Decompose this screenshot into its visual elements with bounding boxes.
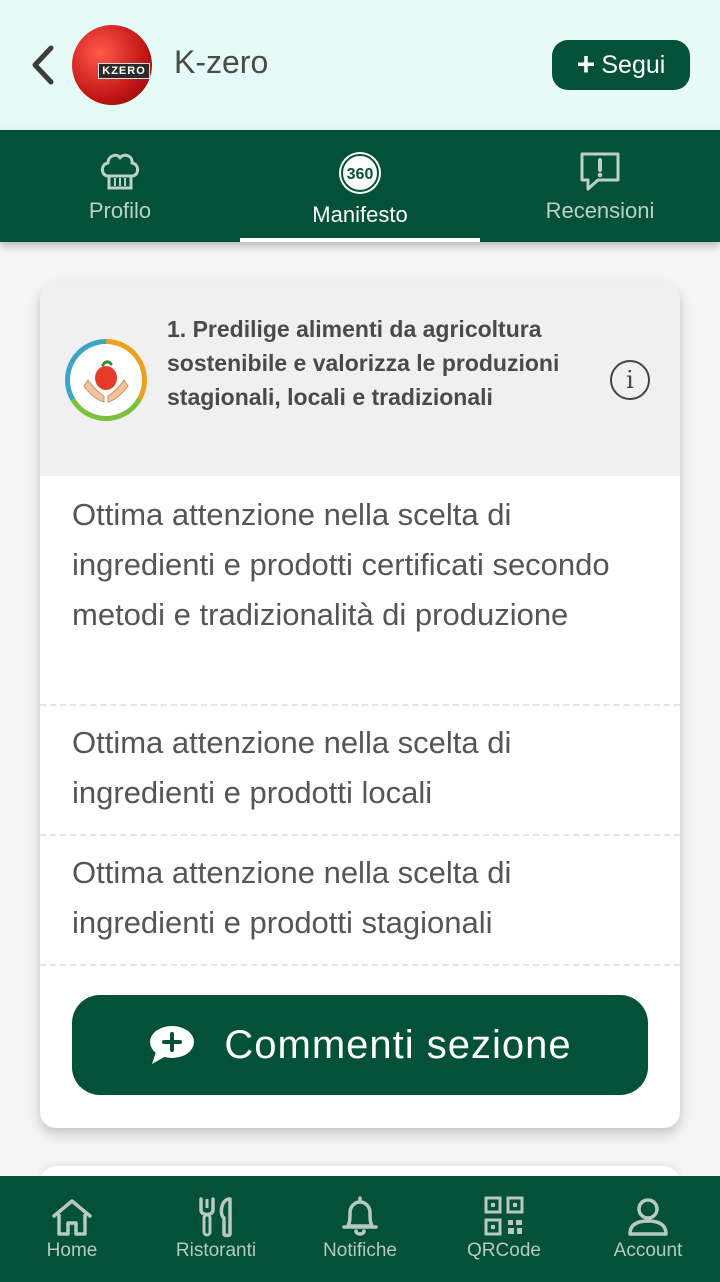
qrcode-icon <box>484 1196 524 1236</box>
plus-icon: + <box>576 45 596 82</box>
manifesto-logo-text: 360 <box>347 166 374 183</box>
chef-hat-icon <box>100 153 140 190</box>
info-icon[interactable]: i <box>610 360 650 400</box>
section-comments-button[interactable]: Commenti sezione <box>72 995 648 1095</box>
nav-label: Ristoranti <box>175 1240 257 1261</box>
tab-bar: Profilo 360 Manifesto Recensioni <box>0 130 720 242</box>
section-header[interactable]: 1. Predilige alimenti da agricoltura sos… <box>40 282 680 476</box>
nav-ristoranti[interactable]: Ristoranti <box>151 1196 281 1262</box>
nav-account[interactable]: Account <box>583 1196 713 1262</box>
section-title: 1. Predilige alimenti da agricoltura sos… <box>167 316 560 410</box>
sustainable-agriculture-icon <box>65 339 147 421</box>
avatar[interactable]: KZERO <box>72 25 152 105</box>
back-button[interactable] <box>24 42 60 88</box>
cutlery-icon <box>199 1197 232 1238</box>
nav-label: QRCode <box>467 1240 541 1261</box>
review-alert-icon <box>580 152 620 191</box>
list-item: Ottima attenzione nella scelta di ingred… <box>40 476 680 706</box>
manifesto-section-card: 1. Predilige alimenti da agricoltura sos… <box>40 282 680 1128</box>
comments-label: Commenti sezione <box>224 1022 572 1067</box>
follow-button[interactable]: + Segui <box>552 40 690 90</box>
nav-home[interactable]: Home <box>7 1196 137 1262</box>
bottom-navigation: Home Ristoranti Notifiche QRCode Account <box>0 1176 720 1282</box>
home-icon <box>52 1199 92 1236</box>
add-comment-icon <box>150 1026 195 1064</box>
list-item: Ottima attenzione nella scelta di ingred… <box>40 836 680 966</box>
nav-label: Home <box>46 1240 98 1261</box>
tab-label: Profilo <box>88 198 152 223</box>
bell-icon <box>342 1196 378 1236</box>
tab-label: Manifesto <box>312 202 408 227</box>
chevron-left-icon <box>32 45 54 85</box>
tab-label: Recensioni <box>545 198 655 223</box>
tab-manifesto[interactable]: 360 Manifesto <box>240 130 480 242</box>
tab-recensioni[interactable]: Recensioni <box>480 130 720 242</box>
tab-profilo[interactable]: Profilo <box>0 130 240 242</box>
nav-label: Notifiche <box>323 1240 397 1261</box>
user-icon <box>628 1198 668 1236</box>
manifesto-360-icon: 360 <box>339 152 381 194</box>
section-items: Ottima attenzione nella scelta di ingred… <box>40 476 680 966</box>
nav-label: Account <box>613 1240 683 1261</box>
nav-notifiche[interactable]: Notifiche <box>295 1196 425 1262</box>
follow-label: Segui <box>601 50 666 79</box>
list-item: Ottima attenzione nella scelta di ingred… <box>40 706 680 836</box>
page-title: K-zero <box>174 44 269 80</box>
avatar-logo: KZERO <box>98 63 150 79</box>
top-header: KZERO K-zero + Segui <box>0 0 720 130</box>
nav-qrcode[interactable]: QRCode <box>439 1196 569 1262</box>
